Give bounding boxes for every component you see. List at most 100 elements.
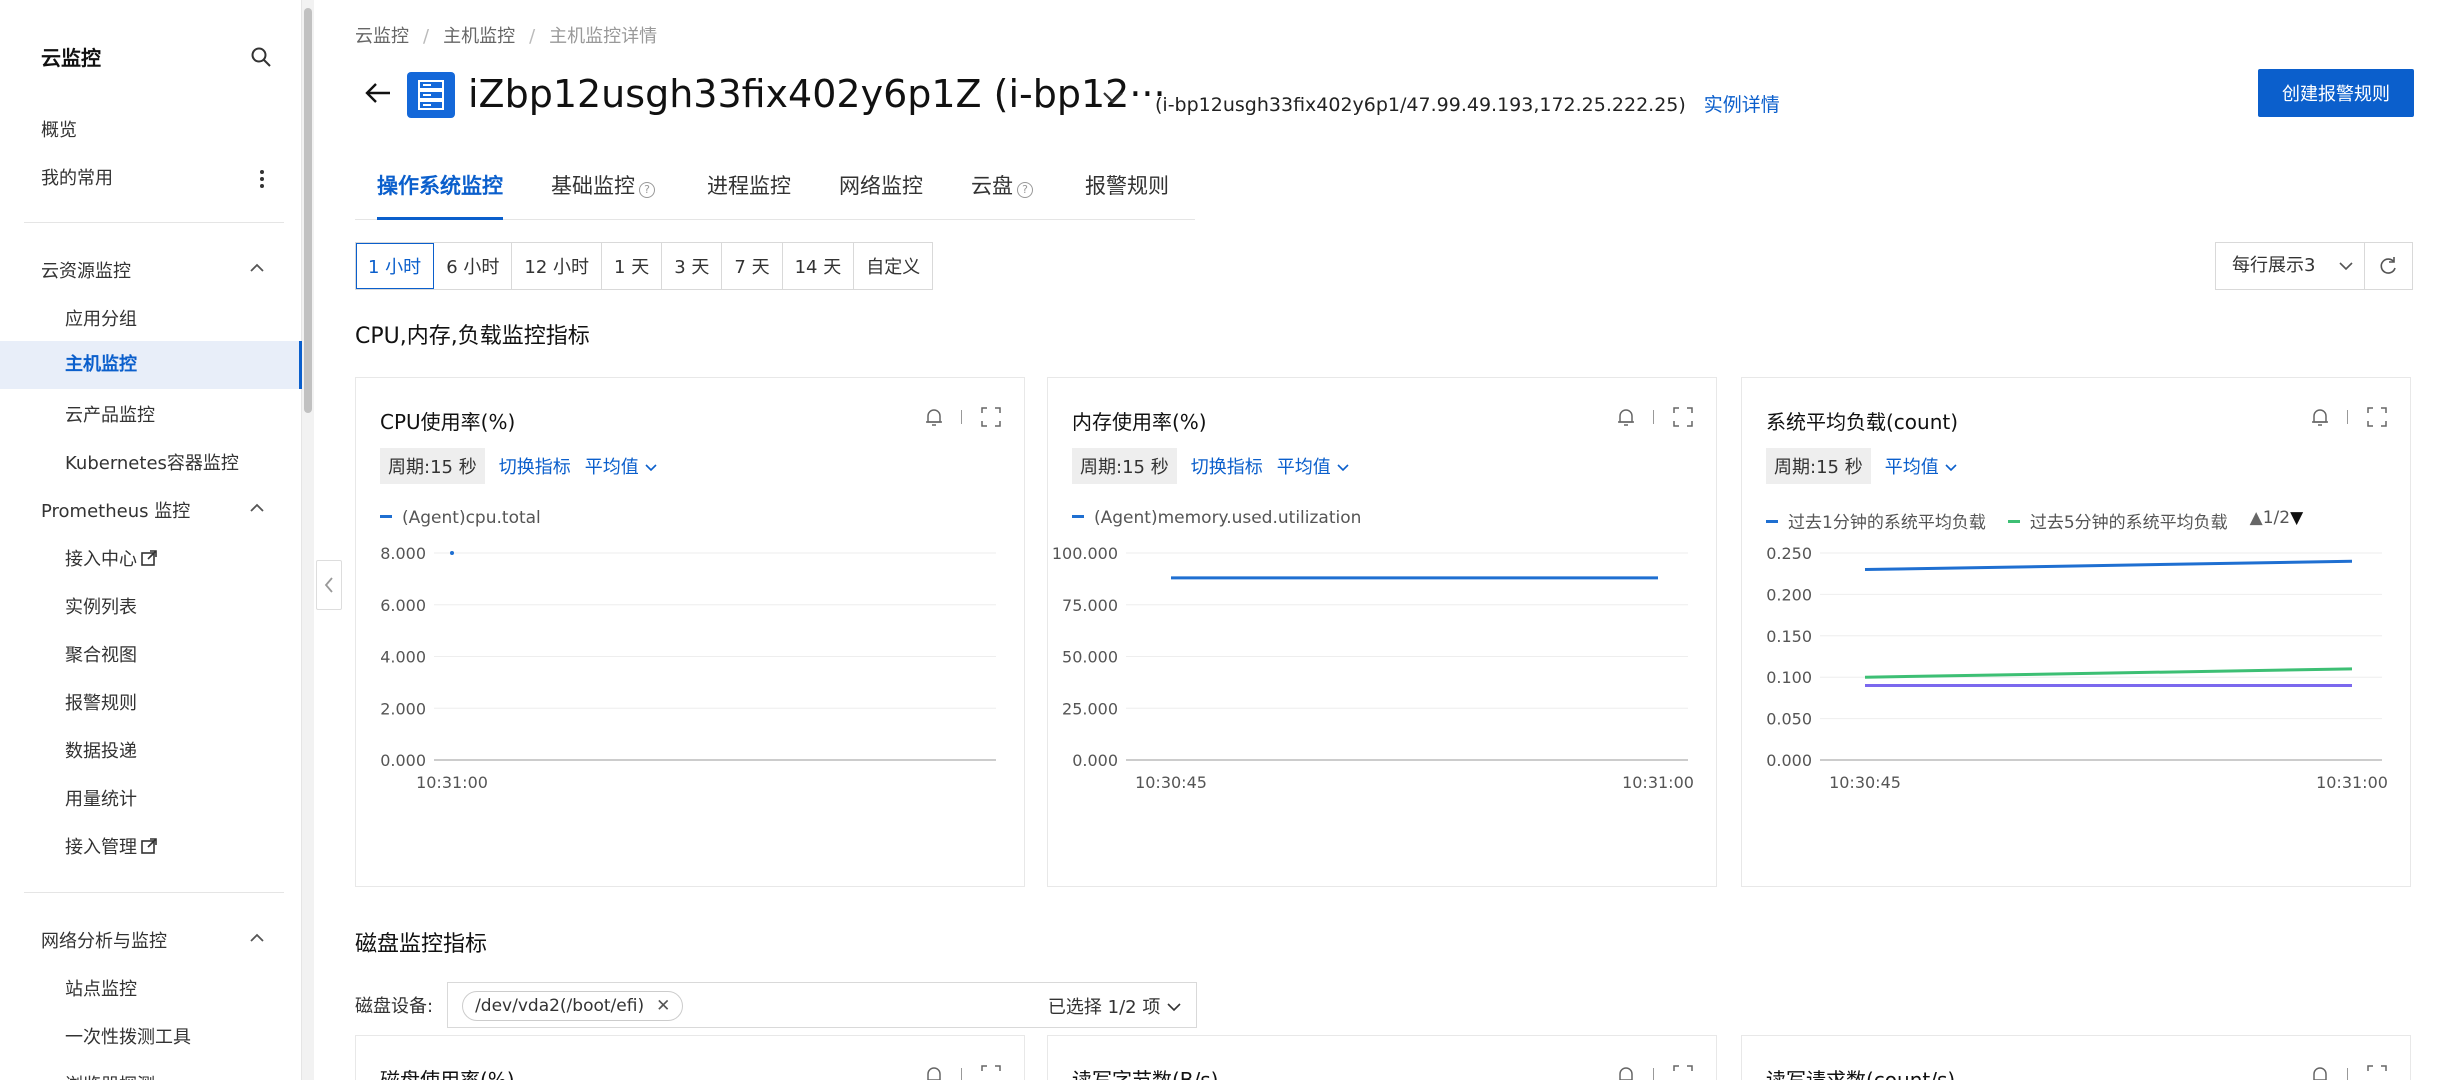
aggregation-value: 平均值 [584,457,639,478]
range-12h[interactable]: 12 小时 [512,243,603,289]
disk-select[interactable]: /dev/vda2(/boot/efi) ✕ 已选择 1/2 项 [447,982,1198,1028]
tab-process-monitor[interactable]: 进程监控 [707,166,791,220]
y-tick-label: 75.000 [1062,596,1118,615]
sidebar-item-aggregate-view[interactable]: 聚合视图 [65,641,137,667]
card-tools [2311,406,2388,428]
period-badge: 周期:15 秒 [1766,448,1871,484]
sidebar-item-kubernetes[interactable]: Kubernetes容器监控 [65,449,239,475]
breadcrumb-item[interactable]: 主机监控 [443,26,515,47]
sidebar: 云监控 概览 我的常用 云资源监控 应用分组 主机监控 云产品监控 Kubern… [0,0,302,1080]
legend-item[interactable]: 过去5分钟的系统平均负载 [2007,508,2228,533]
switch-metric-link[interactable]: 切换指标 [499,453,571,479]
aggregation-select[interactable]: 平均值 [585,453,659,479]
tab-os-monitor[interactable]: 操作系统监控 [377,166,503,220]
back-arrow-icon[interactable] [363,78,393,108]
card-tools [925,1064,1002,1080]
sidebar-item-access-manage[interactable]: 接入管理 [65,833,158,859]
sidebar-item-cloud-product[interactable]: 云产品监控 [65,401,155,427]
close-icon[interactable]: ✕ [656,996,670,1016]
aggregation-select[interactable]: 平均值 [1885,453,1959,479]
legend-item[interactable]: 过去1分钟的系统平均负载 [1766,508,1986,533]
sidebar-item-favorites[interactable]: 我的常用 [41,164,113,190]
fullscreen-icon[interactable] [2366,406,2388,428]
bell-icon[interactable] [2311,407,2329,427]
fullscreen-icon[interactable] [980,406,1002,428]
period-badge: 周期:15 秒 [380,448,485,484]
sidebar-item-browser-probe[interactable]: 浏览器探测 [65,1071,155,1080]
more-vertical-icon[interactable] [255,168,269,190]
tab-basic-monitor[interactable]: 基础监控? [551,166,655,220]
fullscreen-icon[interactable] [980,1064,1002,1080]
fullscreen-icon[interactable] [2366,1064,2388,1080]
refresh-button[interactable] [2364,242,2413,290]
fullscreen-icon[interactable] [1672,406,1694,428]
bell-icon[interactable] [1617,407,1635,427]
breadcrumb-item[interactable]: 云监控 [355,26,409,47]
range-14d[interactable]: 14 天 [782,243,855,289]
switch-metric-link[interactable]: 切换指标 [1191,453,1263,479]
disk-filter: 磁盘设备: /dev/vda2(/boot/efi) ✕ 已选择 1/2 项 [355,982,1198,1028]
fullscreen-icon[interactable] [1672,1064,1694,1080]
range-1h[interactable]: 1 小时 [356,243,435,289]
sidebar-item-dial-test[interactable]: 一次性拨测工具 [65,1023,191,1049]
scrollbar-thumb[interactable] [304,8,312,413]
tab-alert-rules[interactable]: 报警规则 [1085,166,1169,220]
sidebar-item-alert-rules[interactable]: 报警规则 [65,689,137,715]
range-7d[interactable]: 7 天 [722,243,783,289]
y-tick-label: 0.000 [380,751,426,770]
instance-detail-link[interactable]: 实例详情 [1704,94,1780,116]
sidebar-group-cloud-resource[interactable]: 云资源监控 [41,257,131,283]
bell-icon[interactable] [925,407,943,427]
card-title: 系统平均负载(count) [1766,410,1959,434]
sidebar-item-app-group[interactable]: 应用分组 [65,305,137,331]
sidebar-group-network[interactable]: 网络分析与监控 [41,927,167,953]
legend-pager[interactable]: ▲1/2▼ [2250,508,2304,533]
per-row-select[interactable]: 每行展示3 [2215,242,2365,290]
collapse-sidebar-button[interactable] [316,560,342,610]
chevron-down-icon [645,464,658,472]
bell-icon[interactable] [1617,1065,1635,1080]
refresh-icon [2380,257,2396,274]
bell-icon[interactable] [2311,1065,2329,1080]
tab-cloud-disk[interactable]: 云盘? [971,166,1033,220]
card-tools [925,406,1002,428]
range-custom[interactable]: 自定义 [854,243,933,289]
sidebar-item-access-center[interactable]: 接入中心 [65,545,158,571]
breadcrumb-separator: / [529,26,536,47]
range-3d[interactable]: 3 天 [662,243,723,289]
sidebar-item-usage[interactable]: 用量统计 [65,785,137,811]
x-tick-label: 10:30:45 [1829,773,1901,788]
disk-selected-count: 已选择 1/2 项 [1048,993,1182,1019]
triangle-up-icon[interactable]: ▲ [2250,508,2263,528]
triangle-down-icon[interactable]: ▼ [2290,508,2303,528]
create-alert-rule-button[interactable]: 创建报警规则 [2258,69,2414,117]
sidebar-item-overview[interactable]: 概览 [41,116,77,142]
sidebar-item-instance-list[interactable]: 实例列表 [65,593,137,619]
sidebar-item-site-monitor[interactable]: 站点监控 [65,975,137,1001]
legend-item[interactable]: (Agent)cpu.total [380,508,541,528]
card-title: 内存使用率(%) [1072,410,1207,434]
sidebar-item-data-delivery[interactable]: 数据投递 [65,737,137,763]
search-icon[interactable] [250,46,272,68]
aggregation-value: 平均值 [1276,457,1331,478]
time-range-selector: 1 小时 6 小时 12 小时 1 天 3 天 7 天 14 天 自定义 [355,242,934,290]
series-line [1864,559,2353,572]
legend-item[interactable]: (Agent)memory.used.utilization [1072,508,1361,528]
main-content: 云监控 / 主机监控 / 主机监控详情 iZbp12usgh33fix402y6p1Z … [355,0,2437,1080]
app-root: 云监控 概览 我的常用 云资源监控 应用分组 主机监控 云产品监控 Kubern… [0,0,2437,1080]
sidebar-scrollbar[interactable] [302,0,314,1080]
chevron-up-icon[interactable] [247,928,267,948]
card-options: 周期:15 秒 平均值 [1766,448,1958,484]
card-options: 周期:15 秒 切换指标 平均值 [380,448,658,484]
legend-label: (Agent)cpu.total [402,508,541,528]
sidebar-item-host-monitor[interactable]: 主机监控 [0,341,302,389]
chevron-up-icon[interactable] [247,258,267,278]
sidebar-group-prometheus[interactable]: Prometheus 监控 [41,497,190,523]
bell-icon[interactable] [925,1065,943,1080]
chevron-down-icon[interactable] [1100,86,1126,108]
chevron-up-icon[interactable] [247,498,267,518]
range-6h[interactable]: 6 小时 [434,243,513,289]
aggregation-select[interactable]: 平均值 [1277,453,1351,479]
range-1d[interactable]: 1 天 [602,243,663,289]
tab-network-monitor[interactable]: 网络监控 [839,166,923,220]
